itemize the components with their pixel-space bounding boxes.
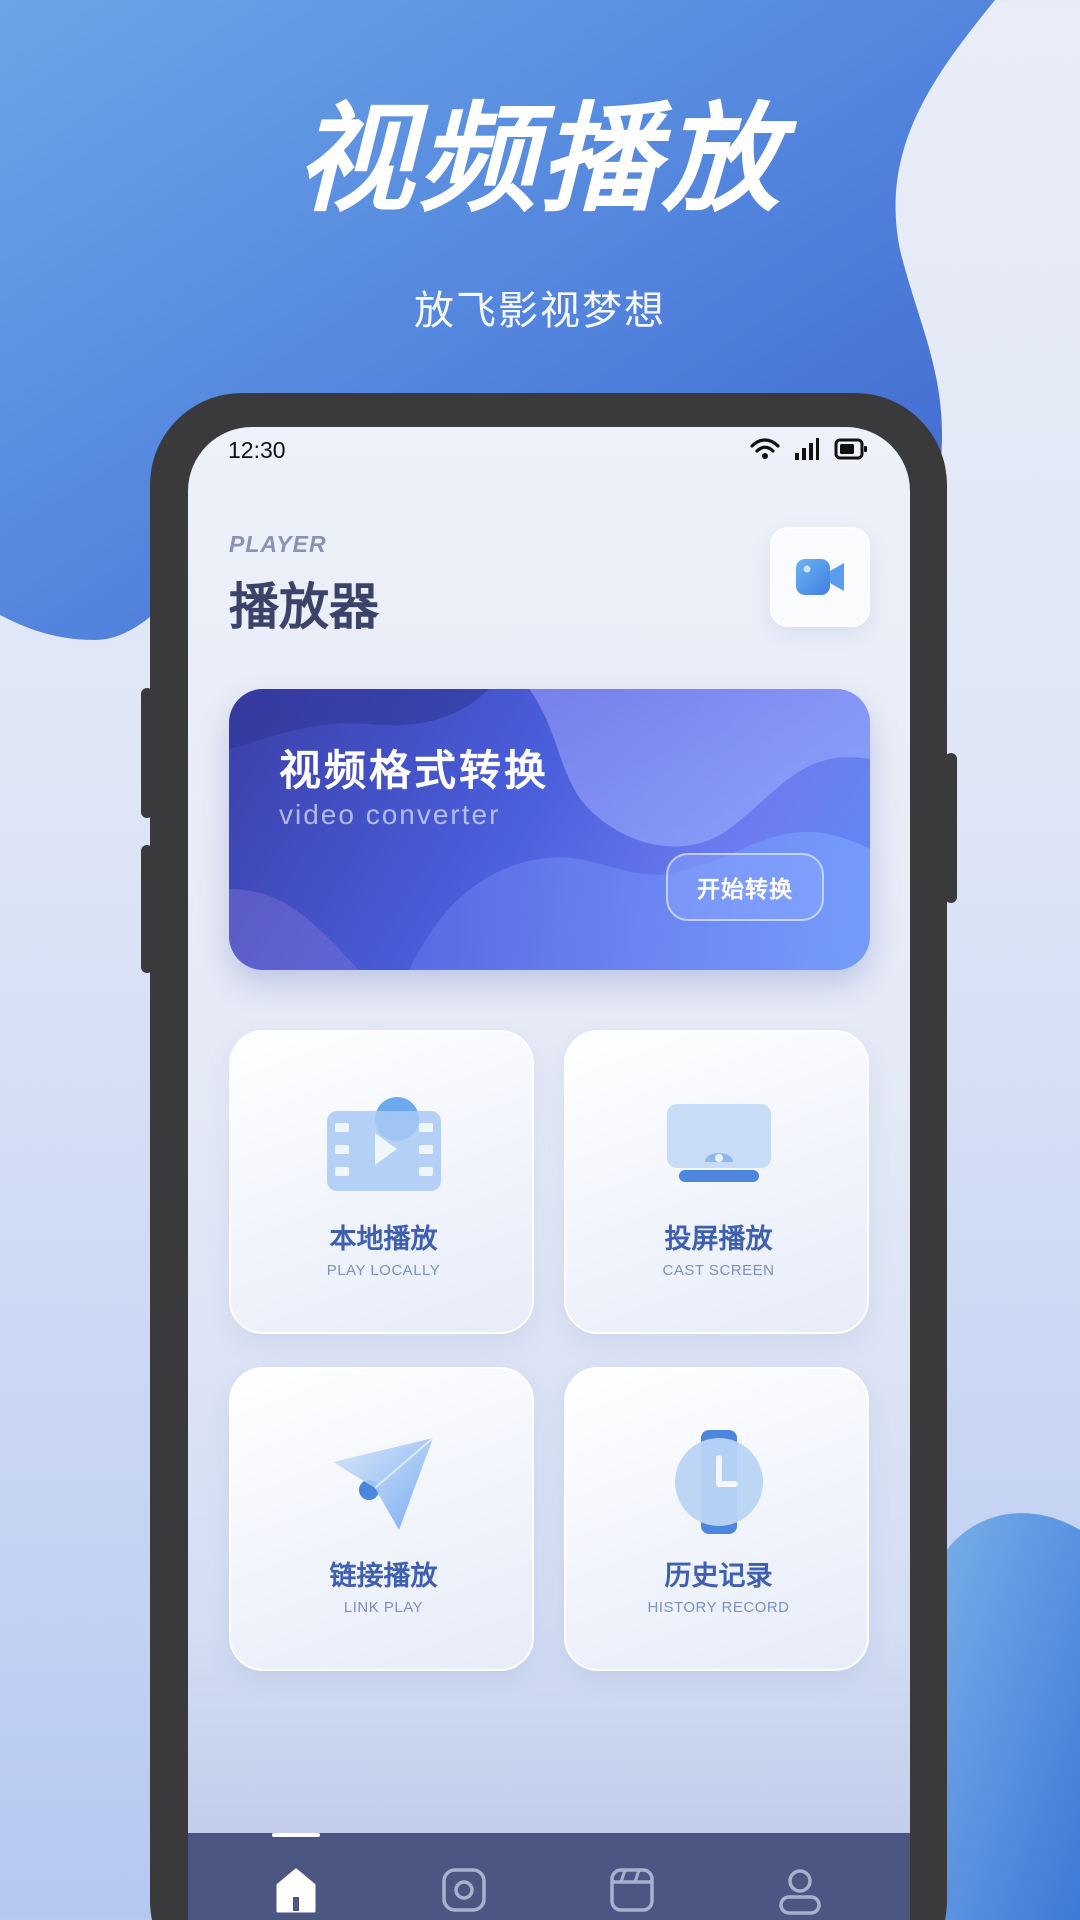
- feature-card-play-locally[interactable]: 本地播放 PLAY LOCALLY: [229, 1030, 534, 1334]
- feature-title: 链接播放: [329, 1561, 438, 1592]
- converter-banner[interactable]: 视频格式转换 video converter 开始转换: [229, 689, 870, 970]
- feature-subtitle: LINK PLAY: [343, 1599, 424, 1616]
- feature-icon-wrap: [231, 1090, 536, 1200]
- wifi-icon: [750, 438, 780, 459]
- feature-icon-wrap: [566, 1090, 871, 1200]
- hero-subtitle: 放飞影视梦想: [414, 288, 666, 334]
- feature-card-link-play[interactable]: 链接播放 LINK PLAY: [229, 1367, 534, 1671]
- status-bar: 12:30: [188, 427, 910, 487]
- phone-side-button: [141, 688, 153, 818]
- banner-subtitle: video converter: [279, 799, 501, 830]
- feature-icon-wrap: [231, 1427, 536, 1537]
- feature-icon-wrap: [566, 1427, 871, 1537]
- user-icon: [779, 1869, 821, 1915]
- nav-active-indicator: [272, 1833, 320, 1837]
- nav-item-home[interactable]: [272, 1867, 320, 1917]
- feature-card-cast-screen[interactable]: 投屏播放 CAST SCREEN: [564, 1030, 869, 1334]
- phone-side-button: [141, 845, 153, 973]
- paper-plane-icon: [332, 1437, 434, 1530]
- feature-subtitle: PLAY LOCALLY: [326, 1262, 441, 1279]
- app-title: 播放器: [229, 578, 379, 636]
- camera-icon: [442, 1868, 486, 1912]
- bottom-nav: [188, 1833, 910, 1920]
- hero-title: 视频播放: [295, 90, 784, 228]
- banner-title: 视频格式转换: [279, 746, 550, 795]
- watch-clock-icon: [674, 1430, 763, 1534]
- start-convert-button[interactable]: 开始转换: [666, 853, 824, 921]
- phone-screen: 12:30 PLAYER 播放器 视频格式转换 video converter …: [188, 427, 910, 1920]
- video-camera-icon: [796, 559, 844, 595]
- app-subtitle: PLAYER: [229, 531, 327, 557]
- phone-power-button: [945, 753, 957, 903]
- home-icon: [276, 1868, 316, 1913]
- nav-item-profile[interactable]: [776, 1867, 824, 1917]
- signal-icon: [795, 438, 819, 460]
- nav-item-clapperboard[interactable]: [608, 1867, 656, 1917]
- status-icons: [750, 437, 868, 461]
- status-time: 12:30: [228, 437, 286, 463]
- feature-title: 本地播放: [329, 1224, 438, 1255]
- clapperboard-icon: [610, 1868, 654, 1912]
- film-play-icon: [326, 1097, 441, 1191]
- battery-icon: [834, 438, 867, 460]
- feature-subtitle: HISTORY RECORD: [647, 1599, 790, 1616]
- feature-title: 投屏播放: [664, 1224, 773, 1255]
- cast-screen-icon: [666, 1104, 771, 1182]
- nav-item-camera[interactable]: [440, 1867, 488, 1917]
- feature-subtitle: CAST SCREEN: [662, 1262, 775, 1279]
- feature-card-history-record[interactable]: 历史记录 HISTORY RECORD: [564, 1367, 869, 1671]
- video-camera-button[interactable]: [770, 527, 870, 627]
- feature-title: 历史记录: [664, 1561, 773, 1592]
